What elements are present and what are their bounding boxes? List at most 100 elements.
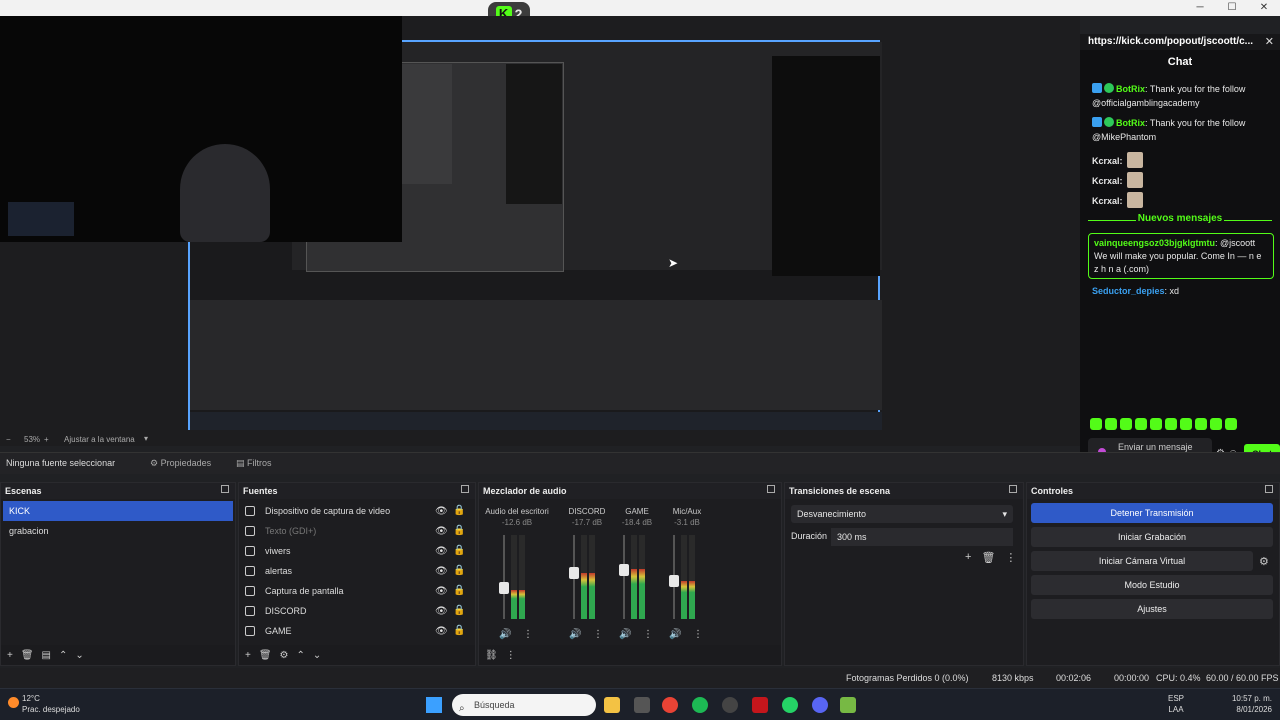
speaker-icon[interactable]: 🔊: [669, 629, 681, 640]
chat-user[interactable]: Seductor_depies: [1092, 286, 1165, 296]
scene-item[interactable]: KICK: [3, 501, 233, 521]
eye-icon[interactable]: 👁: [435, 542, 448, 562]
source-item[interactable]: viwers 👁 🔒: [239, 541, 475, 561]
file-explorer-icon[interactable]: [604, 697, 620, 713]
lock-icon[interactable]: 🔒: [453, 501, 465, 521]
gear-icon[interactable]: ⚙: [1259, 555, 1269, 568]
chevron-down-icon[interactable]: ▾: [144, 434, 148, 443]
volume-fader[interactable]: [669, 535, 679, 619]
link-icon[interactable]: ⛓: [485, 650, 498, 661]
emote-bar[interactable]: [1090, 418, 1276, 434]
minimize-icon[interactable]: ─: [1184, 0, 1216, 16]
chat-user[interactable]: BotRix: [1116, 118, 1145, 128]
source-item[interactable]: Texto (GDI+) 👁 🔒: [239, 521, 475, 541]
eye-icon[interactable]: 👁: [435, 562, 448, 582]
emote-icon[interactable]: [1150, 418, 1162, 430]
app-icon[interactable]: [752, 697, 768, 713]
more-icon[interactable]: ⋮: [593, 629, 603, 640]
lock-icon[interactable]: 🔒: [453, 541, 465, 561]
undock-icon[interactable]: [767, 485, 775, 493]
chevron-up-icon[interactable]: ⌃: [297, 650, 305, 661]
maximize-icon[interactable]: ☐: [1216, 0, 1248, 16]
filters-button[interactable]: ▤ Filtros: [236, 458, 272, 469]
emote-icon[interactable]: [1105, 418, 1117, 430]
windows-start-icon[interactable]: [426, 697, 442, 713]
stop-streaming-button[interactable]: Detener Transmisión: [1031, 503, 1273, 523]
transition-select[interactable]: Desvanecimiento ▾: [791, 505, 1013, 523]
chevron-down-icon[interactable]: ⌄: [313, 650, 321, 661]
fader-knob[interactable]: [669, 574, 679, 587]
language-indicator[interactable]: ESP LAA: [1168, 693, 1184, 715]
eye-icon[interactable]: 👁: [435, 622, 448, 642]
start-virtual-camera-button[interactable]: Iniciar Cámara Virtual: [1031, 551, 1253, 571]
chat-user[interactable]: BotRix: [1116, 84, 1145, 94]
emote-icon[interactable]: [1090, 418, 1102, 430]
emote-icon[interactable]: [1210, 418, 1222, 430]
fader-knob[interactable]: [569, 567, 579, 580]
speaker-icon[interactable]: 🔊: [499, 629, 511, 640]
eye-icon[interactable]: 👁: [435, 582, 448, 602]
source-item[interactable]: GAME 👁 🔒: [239, 621, 475, 641]
volume-fader[interactable]: [619, 535, 629, 619]
obs-icon[interactable]: [722, 697, 738, 713]
undock-icon[interactable]: [461, 485, 469, 493]
chat-user[interactable]: Kcrxal:: [1092, 196, 1123, 206]
trash-icon[interactable]: 🗑: [981, 551, 995, 564]
fader-knob[interactable]: [619, 563, 629, 576]
trash-icon[interactable]: 🗑: [21, 650, 34, 661]
chevron-up-icon[interactable]: ⌃: [59, 650, 67, 661]
webcam-source[interactable]: [0, 16, 402, 242]
add-icon[interactable]: +: [245, 650, 251, 661]
chat-user[interactable]: vainqueengsoz03bjgklgtmtu: [1094, 238, 1215, 248]
chat-user[interactable]: Kcrxal:: [1092, 156, 1123, 166]
add-icon[interactable]: +: [965, 551, 971, 564]
filter-icon[interactable]: ▤: [42, 650, 51, 661]
lock-icon[interactable]: 🔒: [453, 621, 465, 641]
fit-window-label[interactable]: Ajustar a la ventana: [64, 435, 135, 444]
more-icon[interactable]: ⋮: [1005, 551, 1016, 564]
settings-button[interactable]: Ajustes: [1031, 599, 1273, 619]
collapse-icon[interactable]: −: [6, 435, 11, 444]
emote-icon[interactable]: [1225, 418, 1237, 430]
speaker-icon[interactable]: 🔊: [569, 629, 581, 640]
studio-mode-button[interactable]: Modo Estudio: [1031, 575, 1273, 595]
eye-icon[interactable]: 👁: [435, 502, 448, 522]
volume-fader[interactable]: [569, 535, 579, 619]
eye-icon[interactable]: 👁: [435, 602, 448, 622]
more-icon[interactable]: ⋮: [643, 629, 653, 640]
emote-icon[interactable]: [1135, 418, 1147, 430]
properties-button[interactable]: ⚙ Propiedades: [150, 458, 211, 469]
taskbar-search[interactable]: ⌕ Búsqueda: [452, 694, 596, 716]
weather-widget[interactable]: 12°C Prac. despejado: [8, 693, 80, 715]
source-item[interactable]: Dispositivo de captura de video 👁 🔒: [239, 501, 475, 521]
undock-icon[interactable]: [1009, 485, 1017, 493]
close-icon[interactable]: ✕: [1265, 34, 1274, 50]
app-icon[interactable]: [840, 697, 856, 713]
emote-icon[interactable]: [1120, 418, 1132, 430]
chrome-icon[interactable]: [662, 697, 678, 713]
close-icon[interactable]: ✕: [1248, 0, 1280, 16]
whatsapp-icon[interactable]: [782, 697, 798, 713]
volume-fader[interactable]: [499, 535, 509, 619]
undock-icon[interactable]: [1265, 485, 1273, 493]
duration-input[interactable]: 300 ms: [831, 528, 1013, 546]
chevron-down-icon[interactable]: ⌄: [75, 650, 83, 661]
source-item[interactable]: DISCORD 👁 🔒: [239, 601, 475, 621]
more-icon[interactable]: ⋮: [506, 650, 516, 661]
more-icon[interactable]: ⋮: [693, 629, 703, 640]
lock-icon[interactable]: 🔒: [453, 521, 465, 541]
undock-icon[interactable]: [221, 485, 229, 493]
obs-preview[interactable]: ➤: [0, 16, 1080, 434]
scene-item[interactable]: grabacion: [3, 521, 233, 541]
emote-icon[interactable]: [1195, 418, 1207, 430]
trash-icon[interactable]: 🗑: [259, 650, 272, 661]
new-messages-divider[interactable]: Nuevos mensajes: [1080, 213, 1280, 227]
chat-user[interactable]: Kcrxal:: [1092, 176, 1123, 186]
speaker-icon[interactable]: 🔊: [619, 629, 631, 640]
discord-icon[interactable]: [812, 697, 828, 713]
emote-icon[interactable]: [1165, 418, 1177, 430]
store-icon[interactable]: [634, 697, 650, 713]
add-icon[interactable]: +: [7, 650, 13, 661]
fader-knob[interactable]: [499, 581, 509, 594]
emote-icon[interactable]: [1180, 418, 1192, 430]
